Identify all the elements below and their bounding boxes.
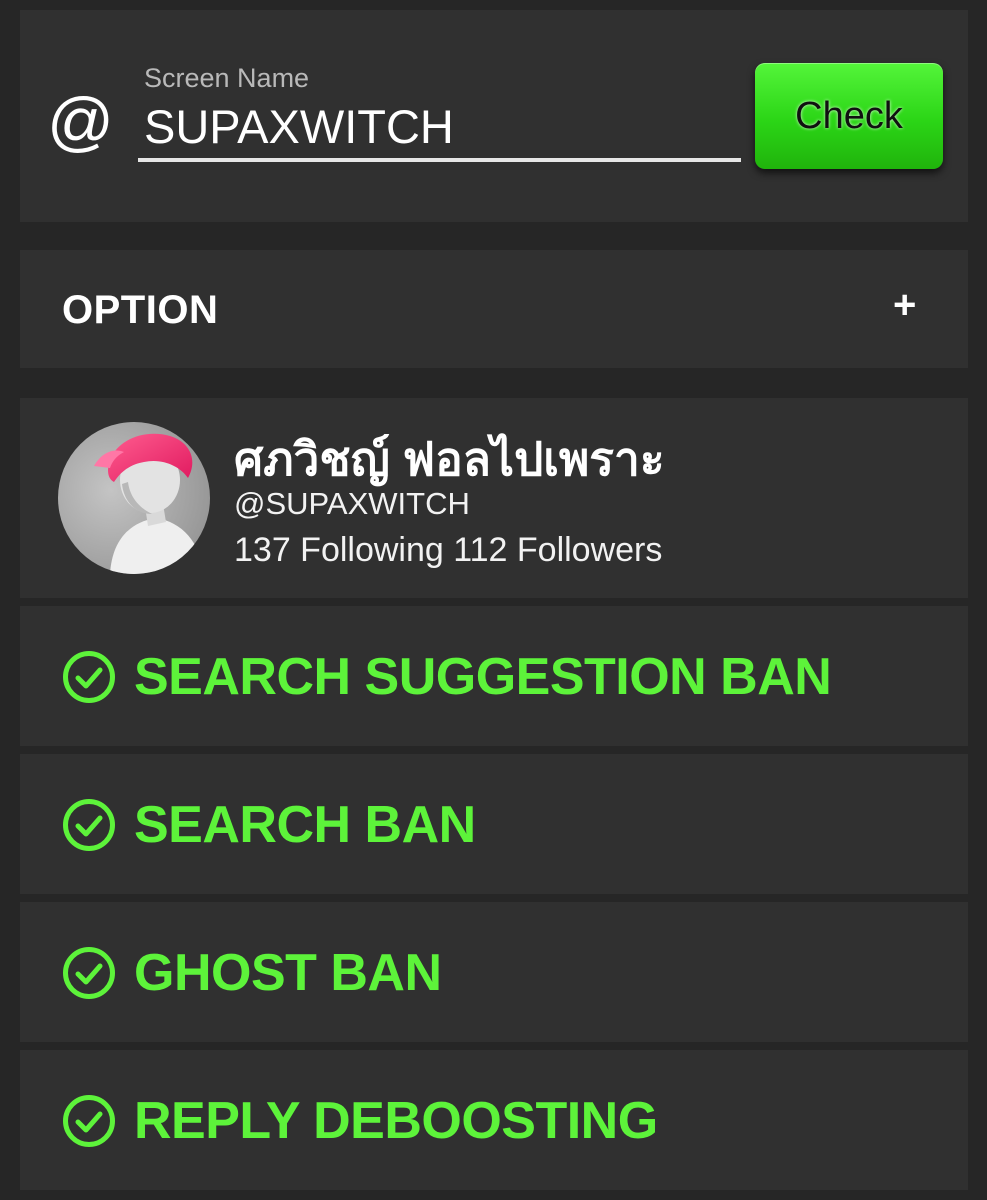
result-row-reply-deboosting: REPLY DEBOOSTING xyxy=(20,1050,968,1190)
avatar-image xyxy=(58,422,210,574)
display-name: ศภวิชญ์ ฟอลไปเพราะ xyxy=(234,433,665,485)
result-label: SEARCH BAN xyxy=(134,796,476,854)
result-label: SEARCH SUGGESTION BAN xyxy=(134,648,832,706)
option-title: OPTION xyxy=(62,288,219,332)
follow-stats: 137 Following 112 Followers xyxy=(234,531,663,569)
result-label: GHOST BAN xyxy=(134,944,442,1002)
result-row-search-suggestion-ban: SEARCH SUGGESTION BAN xyxy=(20,606,968,746)
plus-icon[interactable]: + xyxy=(893,285,916,325)
at-icon: @ xyxy=(47,84,114,158)
search-panel: @ Screen Name Check xyxy=(20,10,968,222)
result-label: REPLY DEBOOSTING xyxy=(134,1092,658,1150)
check-circle-icon xyxy=(63,1095,115,1147)
user-handle[interactable]: @SUPAXWITCH xyxy=(234,486,470,522)
result-row-search-ban: SEARCH BAN xyxy=(20,754,968,894)
check-circle-icon xyxy=(63,947,115,999)
check-circle-icon xyxy=(63,651,115,703)
option-toggle[interactable]: OPTION + xyxy=(20,250,968,368)
profile-card: ศภวิชญ์ ฟอลไปเพราะ @SUPAXWITCH 137 Follo… xyxy=(20,398,968,598)
avatar xyxy=(58,422,210,574)
screen-name-input[interactable] xyxy=(138,94,741,162)
check-button[interactable]: Check xyxy=(755,63,943,169)
screen-name-label: Screen Name xyxy=(144,63,310,93)
check-circle-icon xyxy=(63,799,115,851)
result-row-ghost-ban: GHOST BAN xyxy=(20,902,968,1042)
